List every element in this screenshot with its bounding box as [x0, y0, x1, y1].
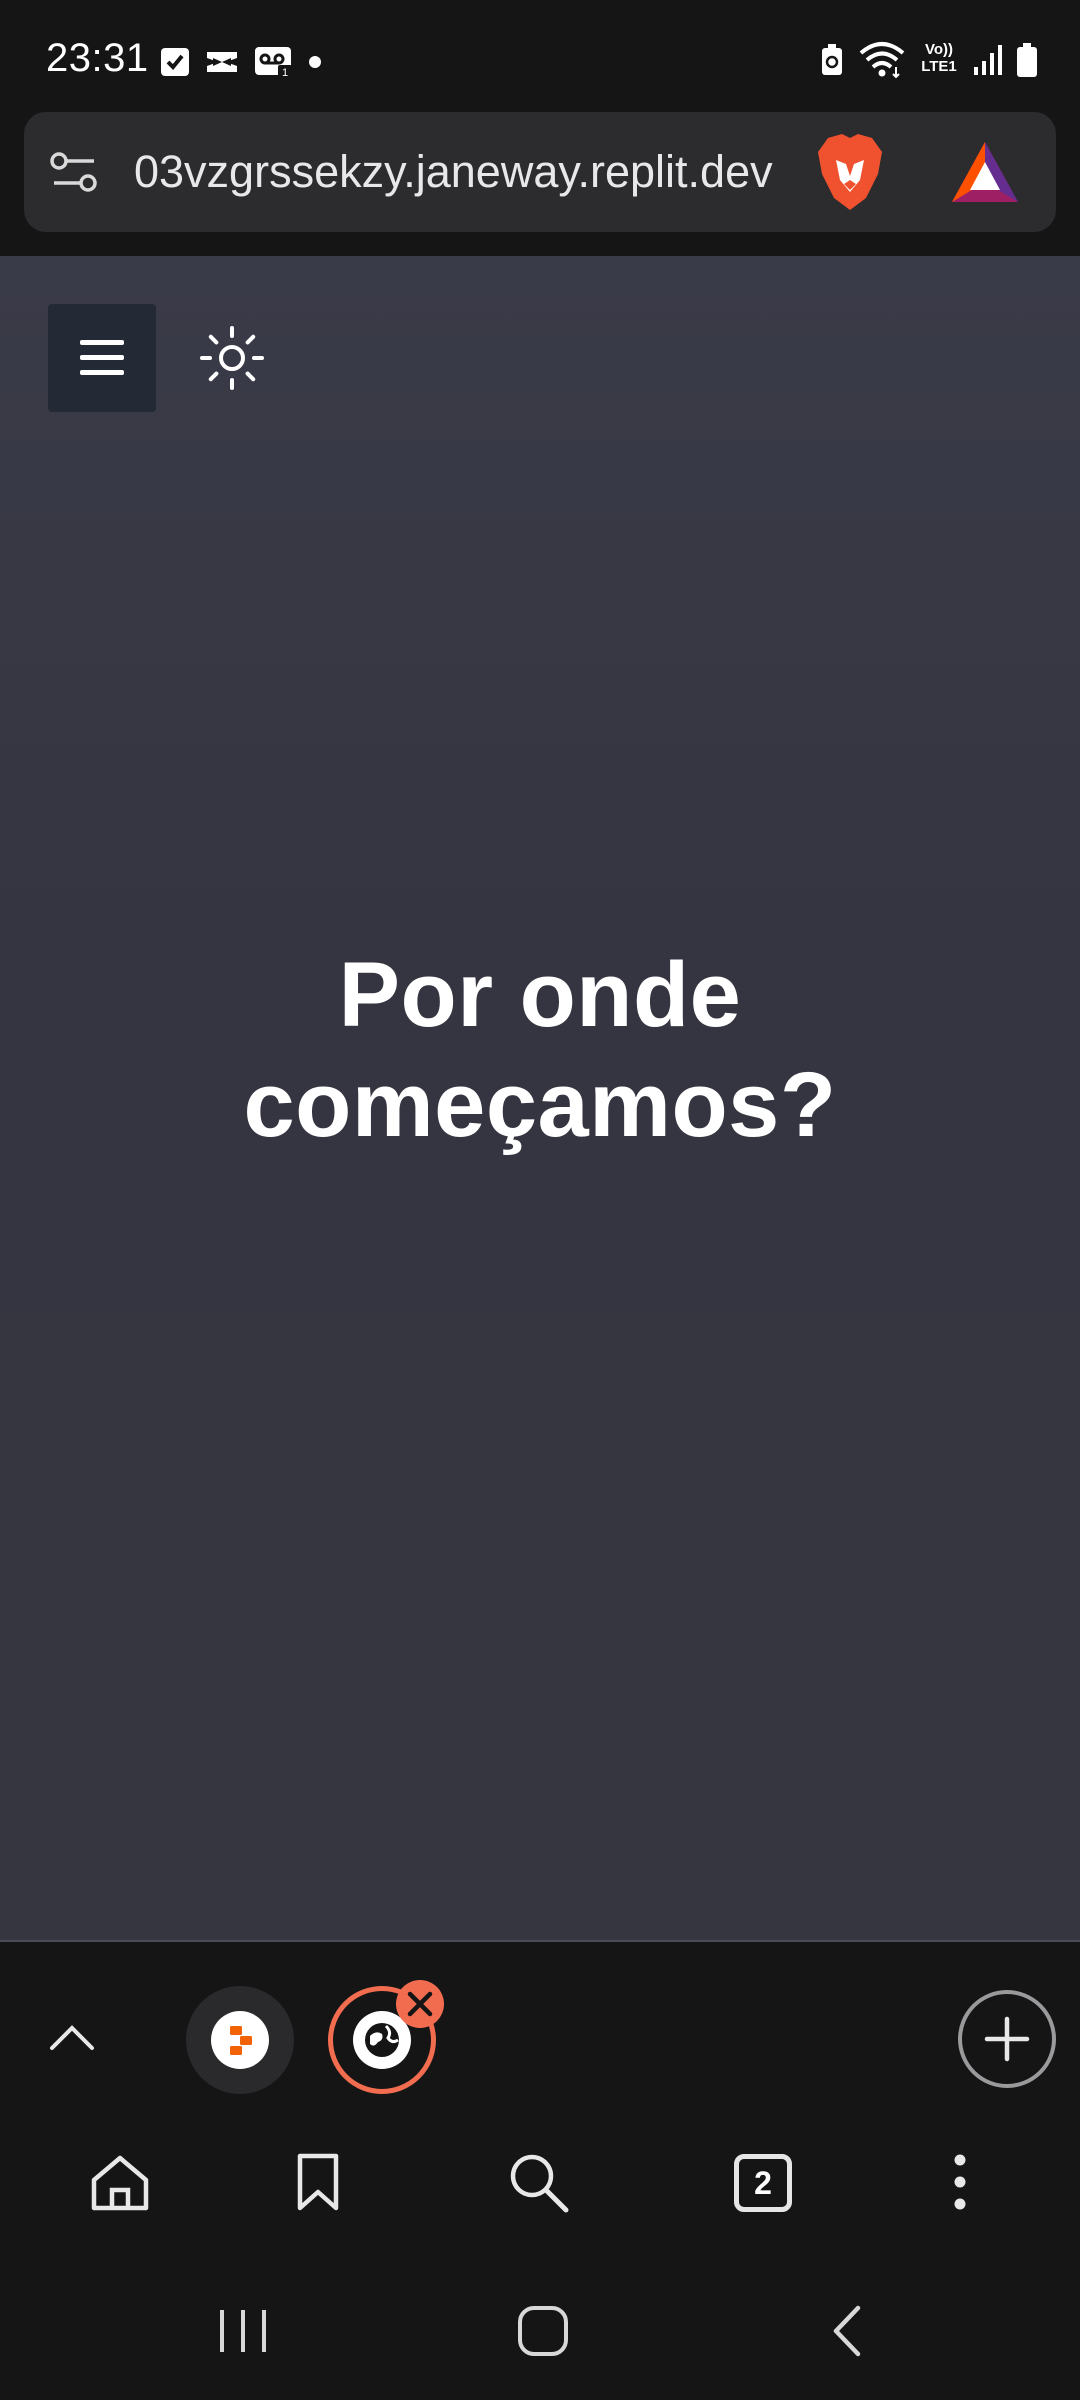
bookmark-icon[interactable]: [286, 2150, 350, 2214]
battery-saver-icon: [822, 44, 842, 75]
close-tab-button[interactable]: [396, 1980, 444, 2028]
volte-label: Vo)) LTE1: [921, 41, 957, 75]
status-system-icons: Vo)) LTE1: [820, 40, 1038, 80]
heading-line-2: começamos?: [243, 1054, 837, 1156]
wifi-icon: [859, 42, 905, 79]
status-bar: 23:31 1 Vo)) LTE1: [0, 0, 1080, 112]
search-icon[interactable]: [506, 2150, 570, 2214]
url-field[interactable]: 03vzgrssekzy.janeway.replit.dev: [134, 140, 814, 204]
recents-icon[interactable]: [216, 2306, 270, 2356]
back-icon[interactable]: [826, 2304, 866, 2358]
page-heading: Por onde começamos?: [0, 940, 1080, 1160]
tab-count-label: 2: [754, 2165, 772, 2201]
tune-icon[interactable]: [48, 146, 100, 198]
volte-icon: Vo)) LTE1: [920, 41, 958, 79]
capcut-icon: [207, 52, 237, 72]
chevron-up-icon[interactable]: [48, 2014, 96, 2062]
new-tab-button[interactable]: [958, 1990, 1056, 2088]
home-circle-icon[interactable]: [516, 2304, 570, 2358]
address-bar-container: 03vzgrssekzy.janeway.replit.dev: [0, 112, 1080, 256]
plus-icon: [984, 2016, 1030, 2062]
more-vertical-icon[interactable]: [928, 2150, 992, 2214]
url-text: 03vzgrssekzy.janeway.replit.dev: [134, 146, 773, 197]
theme-toggle-button[interactable]: [196, 322, 268, 394]
brave-lion-icon[interactable]: [814, 132, 886, 212]
dot-icon: [309, 56, 321, 68]
battery-icon: [1017, 43, 1037, 77]
svg-text:1: 1: [282, 67, 288, 79]
voicemail-icon: 1: [255, 47, 292, 79]
replit-icon: [211, 2011, 269, 2069]
tab-replit[interactable]: [186, 1986, 294, 2094]
menu-button[interactable]: [48, 304, 156, 412]
page-bottom-divider: [0, 1940, 1080, 1942]
signal-icon: [974, 45, 1002, 75]
address-bar[interactable]: 03vzgrssekzy.janeway.replit.dev: [24, 112, 1056, 232]
tab-strip: [0, 1966, 1080, 2116]
bat-triangle-icon[interactable]: [950, 140, 1020, 204]
sun-icon: [200, 326, 264, 390]
tab-switcher-button[interactable]: 2: [734, 2154, 792, 2212]
heading-line-1: Por onde: [338, 944, 742, 1046]
status-notification-icons: 1: [160, 44, 322, 80]
checkbox-icon: [161, 48, 189, 76]
close-icon: [407, 1991, 433, 2017]
home-icon[interactable]: [88, 2150, 152, 2214]
hamburger-icon: [80, 340, 124, 375]
status-time: 23:31: [46, 36, 149, 80]
